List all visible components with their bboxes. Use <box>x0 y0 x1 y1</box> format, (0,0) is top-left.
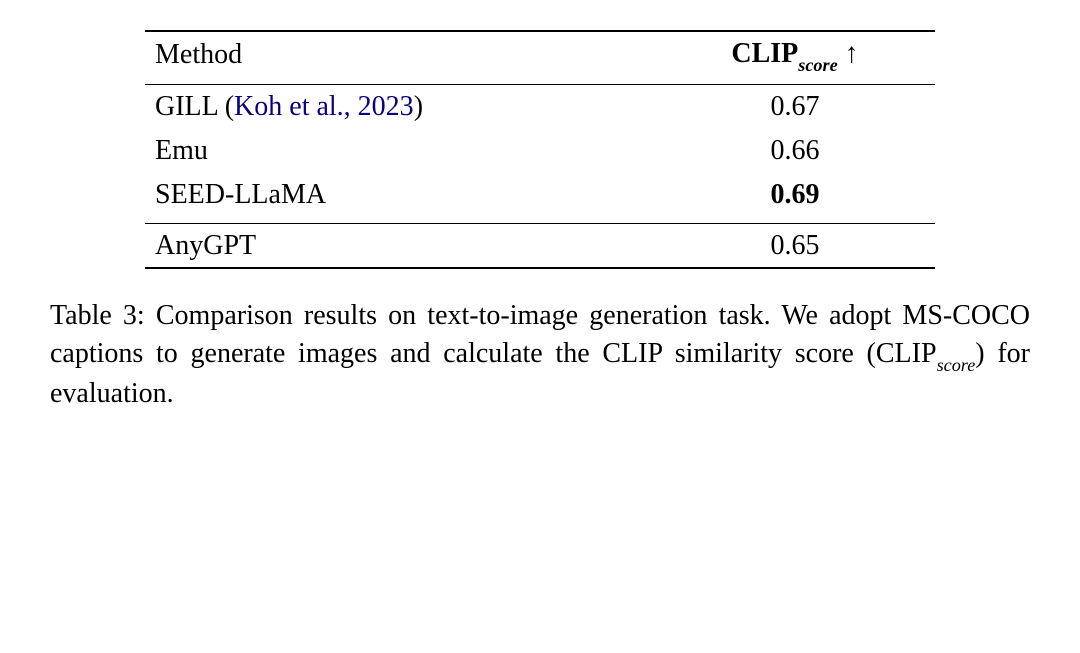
cell-score: 0.66 <box>655 129 935 173</box>
table-row: AnyGPT 0.65 <box>145 223 935 268</box>
method-name: SEED-LLaMA <box>155 179 326 210</box>
table-row: Emu 0.66 <box>145 129 935 173</box>
table-row: GILL (Koh et al., 2023) 0.67 <box>145 85 935 129</box>
cite-open: ( <box>218 91 234 122</box>
cell-method: SEED-LLaMA <box>145 173 655 217</box>
citation-link[interactable]: Koh et al., 2023 <box>234 91 414 122</box>
cell-score: 0.67 <box>655 85 935 129</box>
caption-label: Table 3: <box>50 300 145 331</box>
cell-method: Emu <box>145 129 655 173</box>
method-name: Emu <box>155 135 208 166</box>
cell-method: AnyGPT <box>145 223 655 268</box>
up-arrow-icon: ↑ <box>845 38 859 69</box>
table-row: SEED-LLaMA 0.69 <box>145 173 935 217</box>
header-score-prefix: CLIP <box>731 38 798 69</box>
header-score: CLIPscore ↑ <box>655 31 935 78</box>
results-table-container: Method CLIPscore ↑ GILL (Koh et al., 202… <box>145 30 935 269</box>
cell-score-best: 0.69 <box>655 173 935 217</box>
method-name: AnyGPT <box>155 230 256 261</box>
header-method: Method <box>145 31 655 78</box>
cite-close: ) <box>414 91 423 122</box>
header-score-sub: score <box>798 55 837 75</box>
results-table: Method CLIPscore ↑ GILL (Koh et al., 202… <box>145 30 935 269</box>
caption-text-before: Comparison results on text-to-image gene… <box>50 300 1030 369</box>
table-caption: Table 3: Comparison results on text-to-i… <box>50 297 1030 413</box>
cell-score: 0.65 <box>655 223 935 268</box>
table-header-row: Method CLIPscore ↑ <box>145 31 935 78</box>
caption-sub: score <box>937 355 976 375</box>
cell-method: GILL (Koh et al., 2023) <box>145 85 655 129</box>
method-name: GILL <box>155 91 218 122</box>
